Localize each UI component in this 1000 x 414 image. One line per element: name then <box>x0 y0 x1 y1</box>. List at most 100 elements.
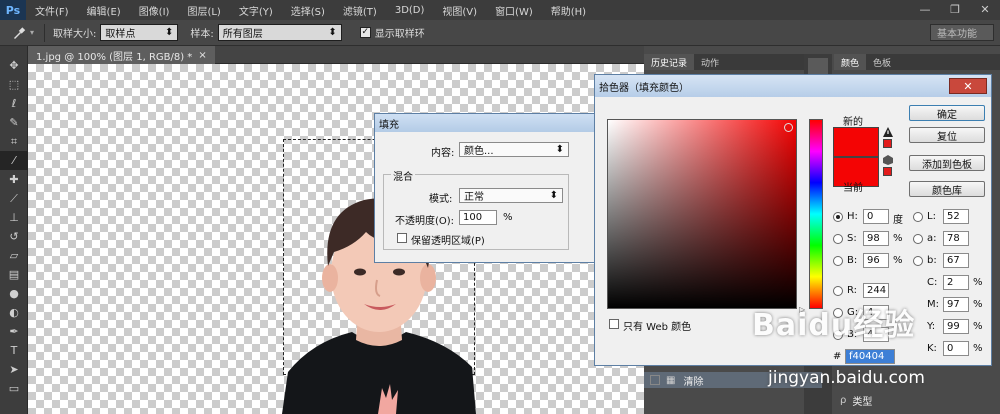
restore-button[interactable]: ❐ <box>940 0 970 18</box>
hex-input[interactable]: f40404 <box>845 349 895 364</box>
preserve-transparency-label: 保留透明区域(P) <box>411 236 485 247</box>
current-color-label: 当前 <box>843 183 863 194</box>
close-window-button[interactable]: ✕ <box>970 0 1000 18</box>
menu-view[interactable]: 视图(V) <box>433 3 486 18</box>
hue-radio[interactable] <box>833 212 843 222</box>
magenta-unit: % <box>973 299 983 310</box>
b-channel-input[interactable]: 67 <box>943 253 969 268</box>
clone-stamp-tool-icon[interactable]: ⊥ <box>0 208 28 227</box>
hue-unit: 度 <box>893 215 903 226</box>
web-safe-color-swatch[interactable] <box>883 167 892 176</box>
mode-label: 模式: <box>429 194 453 205</box>
opacity-input[interactable]: 100 <box>459 210 497 225</box>
cyan-input[interactable]: 2 <box>943 275 969 290</box>
baidu-watermark-url: jingyan.baidu.com <box>768 368 925 388</box>
move-tool-icon[interactable]: ✥ <box>0 56 28 75</box>
history-step-icon: ▦ <box>666 374 676 386</box>
black-input[interactable]: 0 <box>943 341 969 356</box>
brightness-radio[interactable] <box>833 256 843 266</box>
web-colors-only-checkbox[interactable] <box>609 319 619 329</box>
document-tab[interactable]: 1.jpg @ 100% (图层 1, RGB/8) * × <box>28 46 215 64</box>
eraser-tool-icon[interactable]: ▱ <box>0 246 28 265</box>
red-input[interactable]: 244 <box>863 283 889 298</box>
brush-tool-icon[interactable]: ⟋ <box>0 189 28 208</box>
saturation-input[interactable]: 98 <box>863 231 889 246</box>
menu-edit[interactable]: 编辑(E) <box>78 3 130 18</box>
dodge-tool-icon[interactable]: ◐ <box>0 303 28 322</box>
close-icon[interactable]: ✕ <box>949 78 987 94</box>
add-to-swatches-button[interactable]: 添加到色板 <box>909 155 985 171</box>
gamut-color-swatch[interactable] <box>883 139 892 148</box>
pen-tool-icon[interactable]: ✒ <box>0 322 28 341</box>
menu-help[interactable]: 帮助(H) <box>542 3 595 18</box>
lightness-radio[interactable] <box>913 212 923 222</box>
sample-size-select[interactable]: 取样点 ⬍ <box>100 24 179 41</box>
brightness-unit: % <box>893 255 903 266</box>
menu-layer[interactable]: 图层(L) <box>178 3 229 18</box>
cyan-unit: % <box>973 277 983 288</box>
web-safe-cube-icon[interactable] <box>883 155 893 165</box>
saturation-radio[interactable] <box>833 234 843 244</box>
gradient-tool-icon[interactable]: ▤ <box>0 265 28 284</box>
preset-dropdown-arrow-icon[interactable]: ▾ <box>30 28 34 37</box>
tab-swatches[interactable]: 色板 <box>866 54 898 70</box>
brightness-input[interactable]: 96 <box>863 253 889 268</box>
menu-type[interactable]: 文字(Y) <box>230 3 282 18</box>
ok-button[interactable]: 确定 <box>909 105 985 121</box>
saturation-brightness-field[interactable] <box>607 119 797 309</box>
color-libraries-button[interactable]: 颜色库 <box>909 181 985 197</box>
sample-select[interactable]: 所有图层 ⬍ <box>217 24 342 41</box>
tab-history[interactable]: 历史记录 <box>644 54 695 70</box>
tab-actions[interactable]: 动作 <box>694 54 726 70</box>
red-radio[interactable] <box>833 286 843 296</box>
magenta-input[interactable]: 97 <box>943 297 969 312</box>
yellow-input[interactable]: 99 <box>943 319 969 334</box>
history-item-label: 清除 <box>683 376 704 388</box>
red-label: R: <box>847 285 858 296</box>
eyedropper-tool-icon[interactable]: ⁄ <box>0 151 28 170</box>
a-channel-radio[interactable] <box>913 234 923 244</box>
hue-label: H: <box>847 211 858 222</box>
path-select-tool-icon[interactable]: ➤ <box>0 360 28 379</box>
show-sampling-ring-checkbox[interactable]: ✓ <box>359 27 371 38</box>
divider <box>44 23 46 42</box>
color-field-cursor[interactable] <box>784 123 793 132</box>
a-channel-input[interactable]: 78 <box>943 231 969 246</box>
menu-file[interactable]: 文件(F) <box>26 3 78 18</box>
mode-select[interactable]: 正常 ⬍ <box>459 188 563 203</box>
options-bar: ▾ 取样大小: 取样点 ⬍ 样本: 所有图层 ⬍ ✓ 显示取样环 基本功能 <box>0 20 1000 46</box>
lightness-label: L: <box>927 211 936 222</box>
reset-button[interactable]: 复位 <box>909 127 985 143</box>
baidu-watermark: Baidu经验 <box>752 308 916 343</box>
layer-filter-row[interactable]: ρ 类型 <box>834 392 1000 408</box>
marquee-tool-icon[interactable]: ⬚ <box>0 75 28 94</box>
workspace-switcher[interactable]: 基本功能 <box>930 24 994 41</box>
menu-image[interactable]: 图像(I) <box>130 3 179 18</box>
lightness-input[interactable]: 52 <box>943 209 969 224</box>
minimize-button[interactable]: — <box>910 0 940 18</box>
b-channel-radio[interactable] <box>913 256 923 266</box>
tab-color[interactable]: 颜色 <box>834 54 867 70</box>
sample-label: 样本: <box>190 29 214 40</box>
blur-tool-icon[interactable]: ● <box>0 284 28 303</box>
close-tab-icon[interactable]: × <box>198 50 206 61</box>
content-select[interactable]: 颜色... ⬍ <box>459 142 569 157</box>
history-brush-tool-icon[interactable]: ↺ <box>0 227 28 246</box>
crop-tool-icon[interactable]: ⌗ <box>0 132 28 151</box>
menu-3d[interactable]: 3D(D) <box>386 5 434 16</box>
eyedropper-preset-icon[interactable] <box>8 23 30 43</box>
healing-brush-tool-icon[interactable]: ✚ <box>0 170 28 189</box>
brightness-label: B: <box>847 255 858 266</box>
hue-slider[interactable] <box>809 119 823 309</box>
quick-select-tool-icon[interactable]: ✎ <box>0 113 28 132</box>
type-tool-icon[interactable]: T <box>0 341 28 360</box>
out-of-gamut-warning-icon[interactable] <box>883 127 893 137</box>
lasso-tool-icon[interactable]: ℓ <box>0 94 28 113</box>
menu-select[interactable]: 选择(S) <box>282 3 334 18</box>
shape-tool-icon[interactable]: ▭ <box>0 379 28 398</box>
preserve-transparency-checkbox[interactable] <box>397 233 407 243</box>
menu-window[interactable]: 窗口(W) <box>486 3 542 18</box>
hue-input[interactable]: 0 <box>863 209 889 224</box>
search-icon: ρ <box>840 394 847 406</box>
menu-filter[interactable]: 滤镜(T) <box>334 3 386 18</box>
